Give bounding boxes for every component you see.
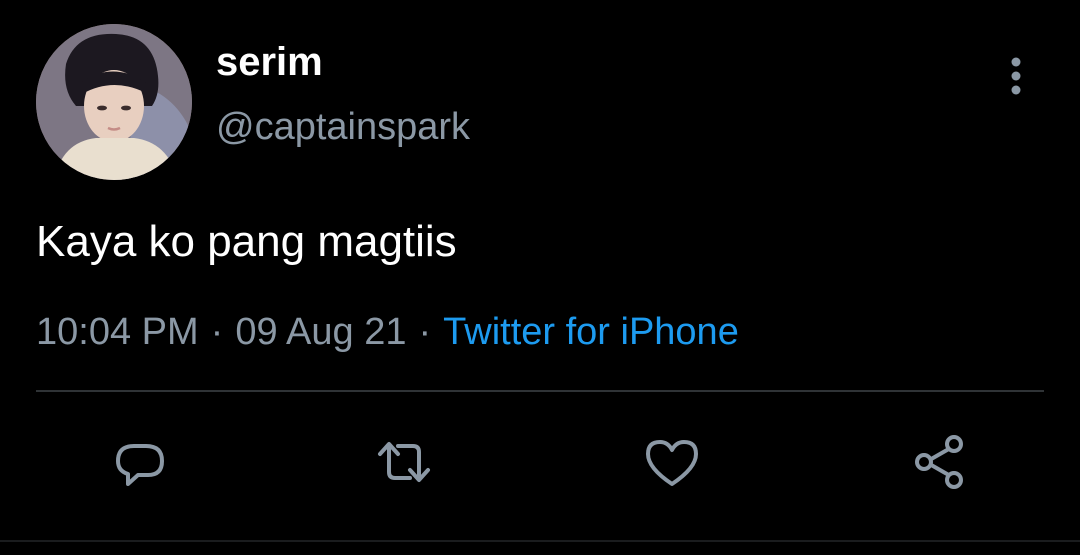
divider bbox=[36, 390, 1044, 392]
share-icon bbox=[915, 435, 963, 489]
tweet-metadata: 10:04 PM · 09 Aug 21 · Twitter for iPhone bbox=[36, 308, 739, 356]
avatar-image bbox=[36, 24, 192, 180]
display-name[interactable]: serim bbox=[216, 38, 323, 86]
reply-button[interactable] bbox=[108, 430, 172, 494]
tweet-source-link[interactable]: Twitter for iPhone bbox=[443, 311, 739, 353]
tweet-date: 09 Aug 21 bbox=[235, 311, 407, 353]
reply-icon bbox=[116, 444, 164, 486]
retweet-button[interactable] bbox=[372, 430, 436, 494]
share-button[interactable] bbox=[908, 430, 972, 494]
heart-icon bbox=[646, 440, 698, 486]
meta-separator: · bbox=[418, 311, 432, 353]
avatar[interactable] bbox=[36, 24, 192, 180]
tweet-text: Kaya ko pang magtiis bbox=[36, 217, 457, 266]
meta-separator: · bbox=[210, 311, 224, 353]
more-vertical-icon bbox=[1011, 57, 1021, 95]
user-handle[interactable]: @captainspark bbox=[216, 104, 470, 150]
retweet-icon bbox=[378, 442, 430, 482]
bottom-divider bbox=[0, 540, 1080, 542]
tweet-card: serim @captainspark Kaya ko pang magtiis… bbox=[0, 0, 1080, 555]
more-options-button[interactable] bbox=[996, 52, 1036, 100]
tweet-time: 10:04 PM bbox=[36, 311, 199, 353]
like-button[interactable] bbox=[640, 430, 704, 494]
